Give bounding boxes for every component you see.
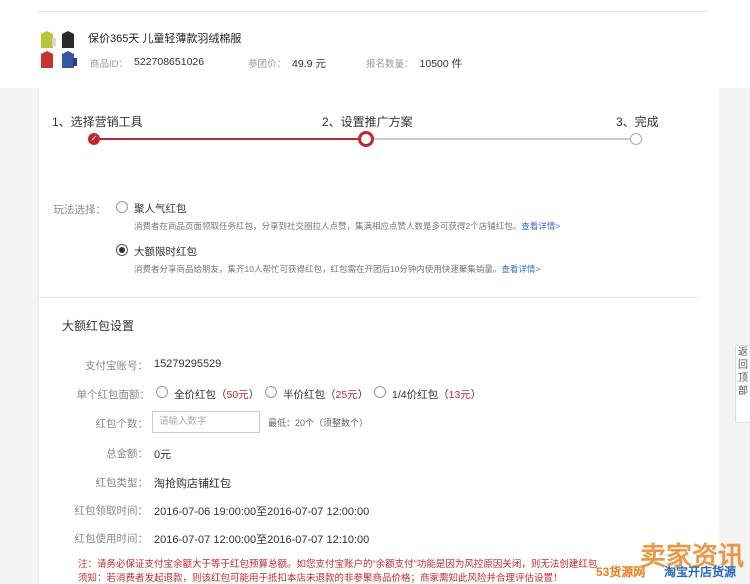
total-label: 总金额： — [106, 448, 148, 460]
type-label: 红包类型： — [95, 477, 149, 489]
play-mode-option-2-details-link[interactable]: 查看详情> — [501, 264, 540, 274]
product-thumbnail[interactable] — [38, 28, 82, 72]
denomination-quarter-prefix: 1/4价红包（ — [392, 389, 449, 401]
group-price-label: 参团价： — [248, 59, 287, 70]
alipay-balance-notice: 注：请务必保证支付宝余额大于等于红包预算总额。如您支付宝账户的“余额支付”功能是… — [78, 559, 598, 570]
count-input[interactable]: 请输入数字 — [152, 411, 260, 433]
product-title[interactable]: 保价365天 儿童轻薄款羽绒棉服 — [88, 30, 241, 46]
back-to-top-text: 返回顶部 — [738, 347, 748, 397]
step-3-label: 3、完成 — [616, 115, 659, 129]
claim-time-label: 红包领取时间： — [74, 505, 149, 517]
denomination-half-radio[interactable] — [265, 386, 277, 398]
step-2-current-icon — [358, 131, 374, 147]
play-mode-option-1-radio[interactable] — [116, 201, 128, 213]
step-1-check-icon: ✓ — [88, 133, 100, 145]
play-mode-option-2-title[interactable]: 大额限时红包 — [134, 244, 197, 259]
play-mode-option-2-desc-text: 消费者分享商品给朋友，集齐10人帮忙可获得红包，红包需在开团后10分钟内使用快速… — [134, 264, 502, 274]
play-mode-option-1-details-link[interactable]: 查看详情> — [521, 221, 560, 231]
play-mode-label: 玩法选择： — [53, 204, 107, 216]
denomination-full-amount: 50元 — [226, 389, 249, 401]
watermark-site: 53货源网 — [596, 565, 646, 579]
denomination-half-amount: 25元 — [335, 389, 358, 401]
denomination-half-suffix: ） — [357, 389, 369, 401]
signup-quantity-value: 10500 件 — [419, 58, 463, 70]
back-to-top-tab[interactable]: 返回顶部 — [735, 345, 750, 423]
denomination-quarter-suffix: ） — [470, 389, 482, 401]
divider — [38, 11, 708, 12]
denomination-half-prefix: 半价红包（ — [283, 389, 336, 401]
alipay-value: 15279295529 — [154, 358, 222, 370]
denomination-full-prefix: 全价红包（ — [174, 389, 227, 401]
alipay-label: 支付宝账号： — [85, 360, 148, 372]
count-label: 红包个数： — [95, 418, 149, 430]
step-1-label: 1、选择营销工具 — [52, 115, 143, 129]
watermark-tagline: 淘宝开店货源 — [664, 565, 737, 579]
step-3-pending-icon — [630, 133, 642, 145]
section-divider — [38, 297, 698, 298]
denomination-full-option[interactable]: 全价红包（50元） — [174, 387, 259, 402]
group-price-value: 49.9 元 — [292, 58, 326, 70]
denomination-quarter-option[interactable]: 1/4价红包（13元） — [392, 387, 481, 402]
claim-time-value: 2016-07-06 19:00:00至2016-07-07 12:00:00 — [154, 506, 370, 518]
use-time-label: 红包使用时间： — [74, 533, 149, 545]
count-hint: 最低：20个（须整数个） — [268, 418, 369, 428]
product-id-label: 商品ID： — [90, 59, 129, 70]
step-2-label: 2、设置推广方案 — [322, 115, 413, 129]
type-value: 淘抢购店铺红包 — [154, 478, 231, 490]
denomination-half-option[interactable]: 半价红包（25元） — [283, 387, 368, 402]
play-mode-option-1-desc-text: 消费者在商品页面领取任务红包，分享到社交圈拉人点赞，集满相应点赞人数是多可获得2… — [134, 221, 522, 231]
denomination-full-suffix: ） — [248, 389, 260, 401]
play-mode-option-1-desc: 消费者在商品页面领取任务红包，分享到社交圈拉人点赞，集满相应点赞人数是多可获得2… — [134, 220, 560, 232]
step-progress-pending — [366, 138, 636, 140]
denomination-quarter-amount: 13元 — [448, 389, 471, 401]
product-header: 保价365天 儿童轻薄款羽绒棉服 商品ID： 522708651026 参团价： 4… — [0, 0, 750, 88]
play-mode-option-2-desc: 消费者分享商品给朋友，集齐10人帮忙可获得红包，红包需在开团后10分钟内使用快速… — [134, 263, 540, 275]
product-id-value: 522708651026 — [134, 56, 205, 68]
total-value: 0元 — [154, 449, 172, 461]
denomination-label: 单个红包面额： — [76, 389, 151, 401]
group-price: 参团价： 49.9 元 — [248, 56, 326, 70]
step-progress-done — [94, 138, 366, 140]
play-mode-option-1-title[interactable]: 聚人气红包 — [134, 201, 187, 216]
play-mode-option-2-radio[interactable] — [116, 244, 128, 256]
refund-notice: 须知：若消费者发起退款，则该红包可能用于抵扣本店未退款的非参聚商品价格；商家需知… — [78, 573, 563, 584]
use-time-value: 2016-07-07 12:00:00至2016-07-07 12:10:00 — [154, 534, 370, 546]
product-id: 商品ID： 522708651026 — [90, 56, 204, 70]
settings-title: 大额红包设置 — [62, 319, 135, 333]
signup-quantity: 报名数量： 10500 件 — [366, 56, 462, 70]
signup-quantity-label: 报名数量： — [366, 59, 414, 70]
denomination-full-radio[interactable] — [156, 386, 168, 398]
denomination-quarter-radio[interactable] — [374, 386, 386, 398]
